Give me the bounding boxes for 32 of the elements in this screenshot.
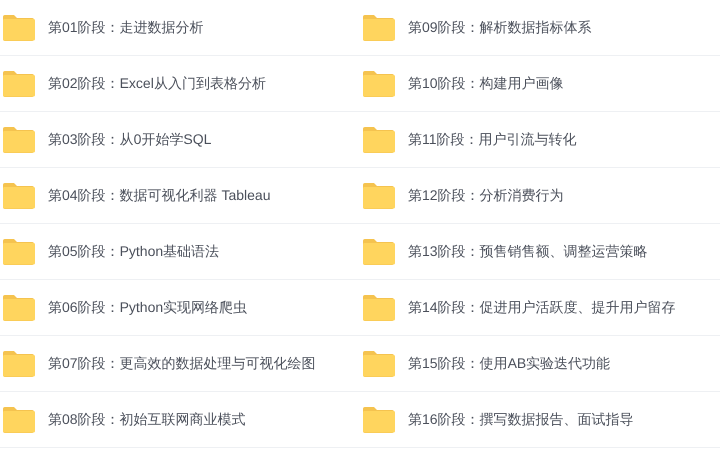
folder-icon [362, 14, 395, 41]
folder-name[interactable]: 第11阶段：用户引流与转化 [408, 129, 577, 150]
folder-icon [362, 182, 395, 209]
folder-icon [2, 406, 35, 433]
folder-icon [362, 294, 395, 321]
folder-icon [362, 70, 395, 97]
folder-icon [362, 126, 395, 153]
folder-name[interactable]: 第13阶段：预售销售额、调整运营策略 [408, 241, 648, 262]
folder-name[interactable]: 第08阶段：初始互联网商业模式 [48, 409, 246, 430]
folder-name[interactable]: 第06阶段：Python实现网络爬虫 [48, 297, 248, 318]
folder-icon [2, 126, 35, 153]
folder-icon [2, 14, 35, 41]
folder-icon [362, 238, 395, 265]
folder-name[interactable]: 第10阶段：构建用户画像 [408, 73, 564, 94]
folder-icon [2, 294, 35, 321]
folder-name[interactable]: 第01阶段：走进数据分析 [48, 17, 204, 38]
folder-icon [362, 350, 395, 377]
folder-name[interactable]: 第15阶段：使用AB实验迭代功能 [408, 353, 610, 374]
folder-icon [2, 350, 35, 377]
folder-name[interactable]: 第14阶段：促进用户活跃度、提升用户留存 [408, 297, 676, 318]
folder-name[interactable]: 第09阶段：解析数据指标体系 [408, 17, 592, 38]
folder-name[interactable]: 第03阶段：从0开始学SQL [48, 129, 212, 150]
folder-icon [2, 238, 35, 265]
folder-icon [2, 70, 35, 97]
folder-name[interactable]: 第16阶段：撰写数据报告、面试指导 [408, 409, 634, 430]
folder-icon [2, 182, 35, 209]
folder-name[interactable]: 第05阶段：Python基础语法 [48, 241, 220, 262]
folder-name[interactable]: 第07阶段：更高效的数据处理与可视化绘图 [48, 353, 316, 374]
folder-name[interactable]: 第02阶段：Excel从入门到表格分析 [48, 73, 266, 94]
folder-icon [362, 406, 395, 433]
folder-name[interactable]: 第04阶段：数据可视化利器 Tableau [48, 185, 271, 206]
folder-name[interactable]: 第12阶段：分析消费行为 [408, 185, 564, 206]
